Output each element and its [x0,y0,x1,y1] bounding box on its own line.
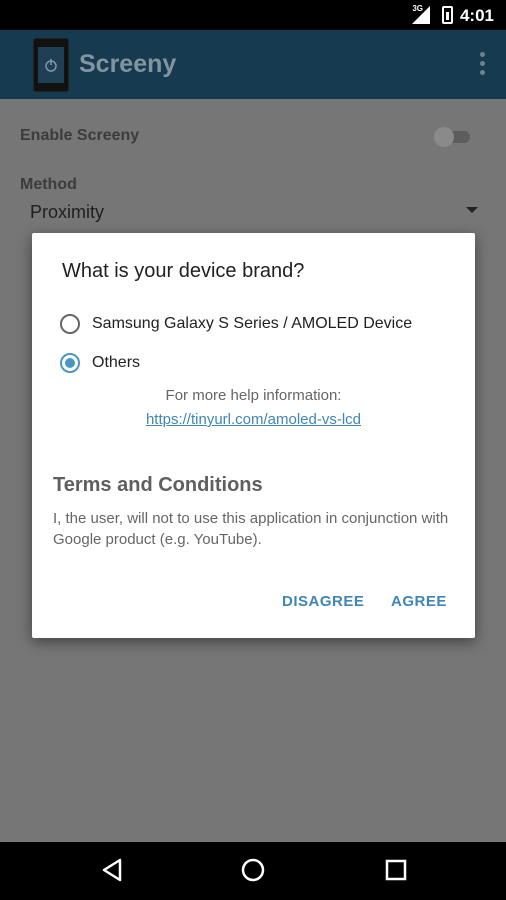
dialog-title: What is your device brand? [62,260,305,282]
radio-unchecked-icon[interactable] [60,314,80,334]
home-icon[interactable] [241,858,265,882]
app-logo-icon [33,38,69,92]
dropdown-arrow-icon[interactable] [466,207,478,213]
terms-body: I, the user, will not to use this applic… [53,510,449,548]
help-text: For more help information: [165,387,342,404]
battery-icon [442,6,453,24]
app-bar: Screeny [0,30,506,99]
option-samsung[interactable]: Samsung Galaxy S Series / AMOLED Device [60,313,460,339]
option-label: Others [92,354,141,371]
radio-checked-icon[interactable] [60,353,80,373]
agree-button[interactable]: AGREE [391,593,447,610]
status-time: 4:01 [459,6,494,25]
method-label: Method [20,176,77,193]
help-link[interactable]: https://tinyurl.com/amoled-vs-lcd [32,411,475,428]
status-bar: 3G 4:01 [0,0,506,30]
signal-icon [412,6,430,24]
device-brand-dialog: What is your device brand? Samsung Galax… [32,233,475,638]
app-title: Screeny [79,50,177,78]
method-dropdown[interactable]: Proximity [30,202,104,223]
back-icon[interactable] [101,858,123,882]
terms-title: Terms and Conditions [53,474,263,496]
navigation-bar [0,842,506,900]
option-label: Samsung Galaxy S Series / AMOLED Device [92,315,413,332]
enable-screeny-toggle[interactable] [434,127,474,147]
overflow-menu-icon[interactable] [480,52,486,76]
enable-screeny-label: Enable Screeny [20,127,140,144]
option-others[interactable]: Others [60,352,260,378]
disagree-button[interactable]: DISAGREE [282,593,364,610]
recents-icon[interactable] [385,858,407,882]
